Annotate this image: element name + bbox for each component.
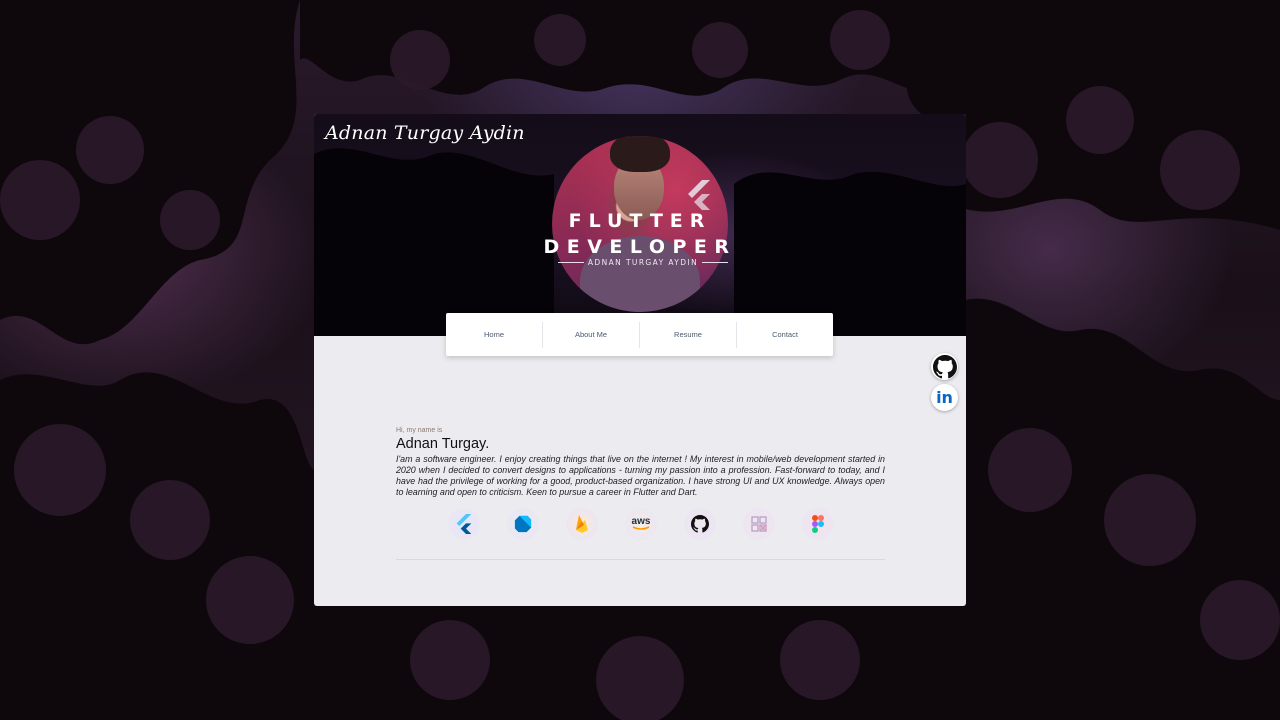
intro-name: Adnan Turgay.: [396, 436, 490, 452]
aws-label: aws: [631, 516, 651, 527]
nav-contact[interactable]: Contact: [737, 322, 833, 348]
portfolio-window: Adnan Turgay Aydin FLUTTER DEVELOPER ADN…: [314, 114, 966, 606]
figma-icon: [802, 508, 834, 540]
github-link[interactable]: [931, 353, 958, 380]
dart-icon: [507, 508, 539, 540]
site-brand-logo[interactable]: Adnan Turgay Aydin: [325, 122, 525, 144]
firebase-icon: [566, 508, 598, 540]
intro-greeting: Hi, my name is: [396, 427, 443, 434]
github-skill-icon: [684, 508, 716, 540]
aws-icon: aws: [625, 508, 657, 540]
subtitle-rule-right: [702, 262, 728, 263]
nav-about-me[interactable]: About Me: [543, 321, 640, 348]
hero-banner: Adnan Turgay Aydin FLUTTER DEVELOPER ADN…: [314, 114, 966, 336]
hero-subtitle-text: ADNAN TURGAY AYDIN: [587, 258, 699, 267]
nav-resume[interactable]: Resume: [640, 321, 737, 348]
flutter-logo-icon: [688, 180, 710, 210]
hive-icon: [743, 508, 775, 540]
flutter-icon: [448, 508, 480, 540]
linkedin-icon: in: [936, 388, 953, 407]
subtitle-rule-left: [558, 262, 584, 263]
hero-title-line1: FLUTTER: [568, 210, 712, 232]
section-divider: [396, 559, 885, 560]
linkedin-link[interactable]: in: [931, 384, 958, 411]
hero-title-line2: DEVELOPER: [543, 236, 737, 258]
main-nav: Home About Me Resume Contact: [446, 313, 833, 356]
intro-bio: I'am a software engineer. I enjoy creati…: [396, 454, 885, 497]
github-icon: [932, 354, 957, 378]
nav-home[interactable]: Home: [446, 321, 543, 348]
hero-subtitle: ADNAN TURGAY AYDIN: [558, 258, 728, 267]
skills-row: aws: [448, 508, 834, 540]
